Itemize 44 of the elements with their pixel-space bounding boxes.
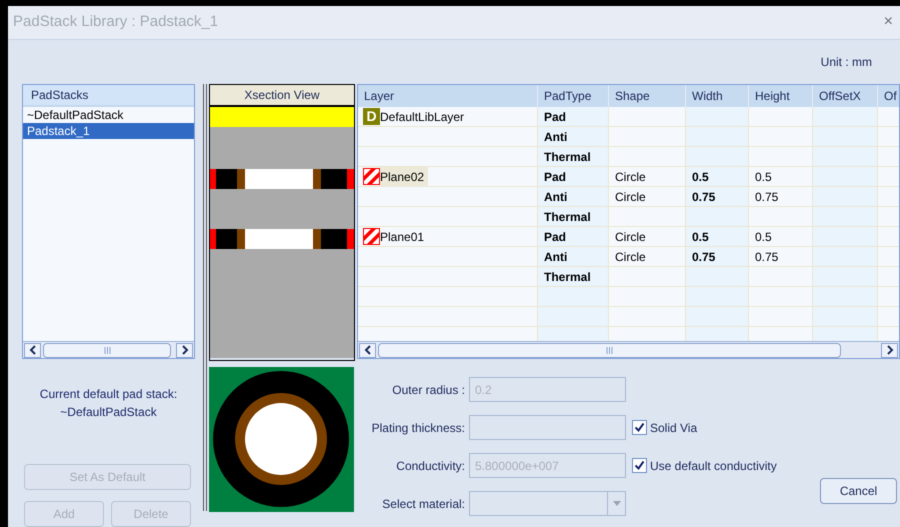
table-cell: 0.75 xyxy=(686,247,749,266)
layer-icon: D xyxy=(363,108,380,125)
field-label: Plating thickness: xyxy=(370,420,466,436)
cancel-button[interactable]: Cancel xyxy=(820,478,897,504)
table-cell: Thermal xyxy=(538,267,609,286)
table-cell: Pad xyxy=(538,227,609,246)
scroll-left-icon[interactable] xyxy=(28,345,38,355)
column-header[interactable]: Of xyxy=(878,85,899,107)
default-padstack-value: ~DefaultPadStack xyxy=(60,404,157,421)
xsection-header: Xsection View xyxy=(210,85,354,107)
default-padstack-label: Current default pad stack: xyxy=(40,386,178,403)
hatched-square-icon xyxy=(363,168,380,185)
table-cell: 0.5 xyxy=(686,167,749,186)
list-header: PadStacks xyxy=(23,85,194,107)
close-button[interactable]: × xyxy=(884,10,895,34)
hatched-square-icon xyxy=(363,228,380,245)
layer-name[interactable]: Plane01 xyxy=(380,226,428,246)
table-cell: 0.5 xyxy=(686,227,749,246)
field-label: Outer radius : xyxy=(391,382,466,398)
list-item[interactable]: Padstack_1 xyxy=(23,123,194,139)
table-cell: Thermal xyxy=(538,207,609,226)
window-title: PadStack Library : Padstack_1 xyxy=(13,12,218,32)
table-cell: Anti xyxy=(538,187,609,206)
layer-name[interactable]: Plane02 xyxy=(380,166,428,186)
table-cell: Pad xyxy=(538,107,609,126)
table-cell: Thermal xyxy=(538,147,609,166)
scrollbar-thumb[interactable] xyxy=(378,342,841,358)
field-label: Conductivity: xyxy=(395,458,466,474)
dropdown-arrow-icon xyxy=(612,501,620,506)
table-cell: 0.75 xyxy=(686,187,749,206)
table-cell: Pad xyxy=(538,167,609,186)
scroll-left-icon[interactable] xyxy=(362,345,372,355)
scroll-right-icon[interactable] xyxy=(884,345,894,355)
column-header[interactable]: Shape xyxy=(609,85,686,107)
table-cell: Anti xyxy=(538,247,609,266)
field-label: Select material: xyxy=(381,496,466,512)
unit-label: Unit : mm xyxy=(820,54,872,71)
layer-name[interactable]: DefaultLibLayer xyxy=(380,106,468,126)
list-item[interactable]: ~DefaultPadStack xyxy=(23,107,194,123)
scroll-right-icon[interactable] xyxy=(180,345,190,355)
column-header[interactable]: Height xyxy=(749,85,813,107)
scrollbar-thumb[interactable] xyxy=(43,342,171,358)
column-header[interactable]: Layer xyxy=(358,85,538,107)
table-cell: Anti xyxy=(538,127,609,146)
